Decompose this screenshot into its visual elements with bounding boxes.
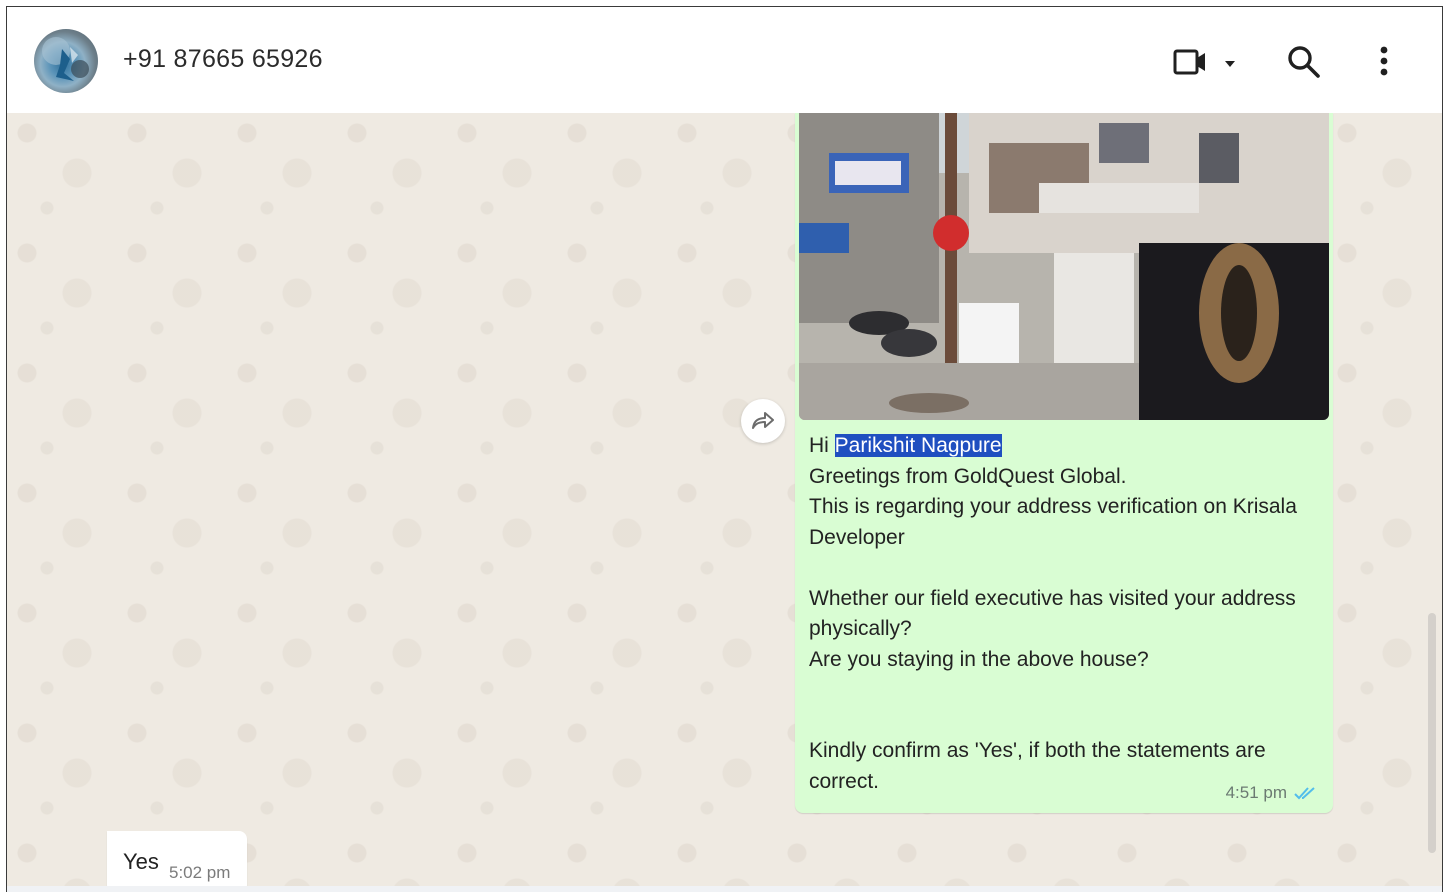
message-body: Greetings from GoldQuest Global. This is… [809,464,1297,793]
forward-icon [752,412,774,429]
contact-avatar[interactable] [34,29,98,93]
chat-window: +91 87665 65926 Hi Parikshit Nagpure Gre… [6,6,1443,892]
forward-button[interactable] [741,399,785,443]
house-photo[interactable] [799,113,1329,420]
conversation-area[interactable]: Hi Parikshit Nagpure Greetings from Gold… [7,113,1442,892]
incoming-message-text: Yes [123,849,159,874]
video-call-icon[interactable] [1173,45,1235,79]
compose-area[interactable] [7,886,1442,892]
chat-scrollbar[interactable] [1428,613,1436,853]
read-receipt-icon [1294,787,1315,800]
contact-name[interactable]: +91 87665 65926 [123,45,323,74]
incoming-message-bubble[interactable]: Yes 5:02 pm [107,831,247,892]
incoming-message-time: 5:02 pm [169,863,231,882]
more-options-icon[interactable] [1370,44,1398,80]
highlighted-name: Parikshit Nagpure [834,434,1002,457]
message-meta: 4:51 pm [1226,783,1319,803]
outgoing-message-bubble[interactable]: Hi Parikshit Nagpure Greetings from Gold… [795,113,1333,813]
chat-header: +91 87665 65926 [7,7,1442,114]
message-greeting: Hi [809,434,835,457]
search-icon[interactable] [1286,44,1322,80]
dropdown-caret-icon [1225,61,1235,67]
message-text: Hi Parikshit Nagpure Greetings from Gold… [809,431,1319,797]
message-time: 4:51 pm [1225,783,1287,802]
